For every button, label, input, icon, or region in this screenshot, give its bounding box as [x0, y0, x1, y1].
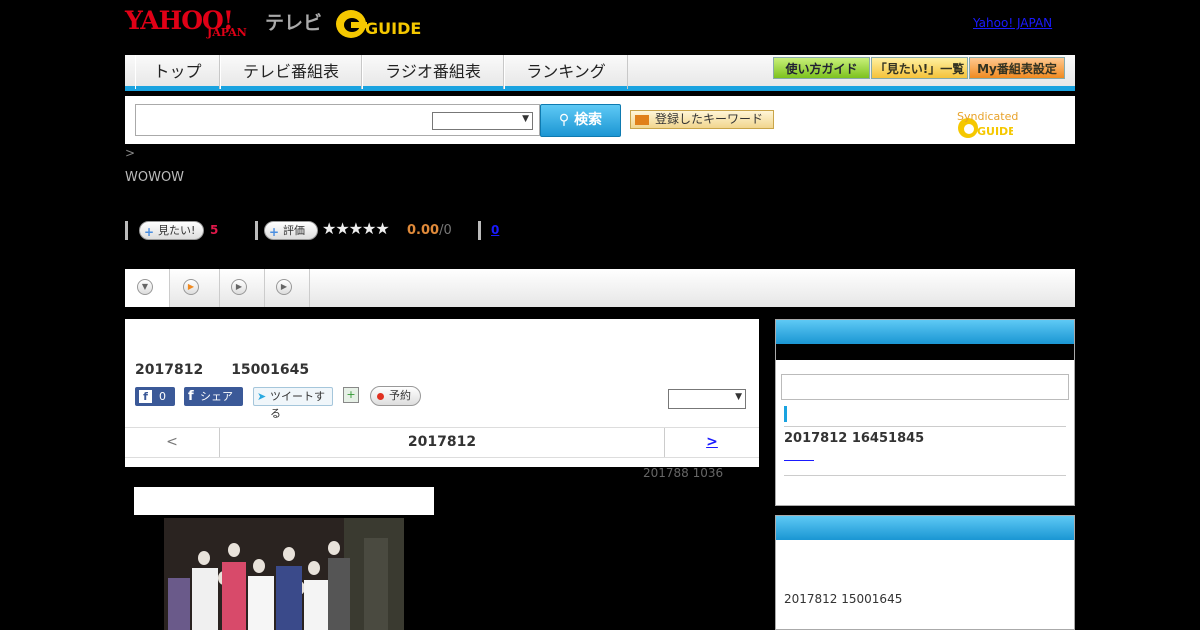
tweet-label: ツイートする: [270, 390, 325, 420]
my-schedule-settings-button[interactable]: My番組表設定: [969, 57, 1065, 79]
next-date-button[interactable]: >: [664, 428, 759, 457]
reserve-label: 予約: [389, 389, 411, 402]
image-caption-box: [134, 487, 434, 515]
search-category-select[interactable]: ▼: [432, 112, 533, 130]
registered-keywords-button[interactable]: 登録したキーワード: [630, 110, 774, 129]
tab-tv-listings[interactable]: テレビ番組表: [220, 55, 362, 89]
gguide-logo-text: GUIDE: [365, 19, 421, 38]
play-circle-icon: ▶: [231, 279, 247, 295]
facebook-icon: f: [188, 389, 194, 404]
chevron-down-circle-icon: ▼: [137, 279, 153, 295]
rating-value: 0.00/0: [407, 223, 452, 238]
tv-logo-text[interactable]: テレビ: [265, 8, 322, 35]
plus-icon: +: [144, 225, 155, 239]
subtab-4[interactable]: ▶: [265, 269, 310, 307]
divider: [784, 475, 1066, 476]
previous-date-button[interactable]: <: [125, 428, 220, 457]
want-list-button[interactable]: 「見たい!」一覧: [871, 57, 968, 79]
search-bar: ▼ ⚲ 検索 登録したキーワード Syndicated GUIDE: [125, 96, 1075, 144]
page: YAHOO! JAPAN テレビ GUIDE Yahoo! JAPAN トップ …: [125, 0, 1075, 630]
want-count: 5: [210, 223, 219, 237]
program-datetime: 2017812 15001645: [135, 362, 310, 378]
chevron-down-icon: ▼: [522, 114, 529, 124]
usage-guide-button[interactable]: 使い方ガイド: [773, 57, 870, 79]
sidebar-link[interactable]: [784, 460, 814, 461]
sidebar-panel-2-datetime: 2017812 15001645: [784, 592, 903, 606]
tab-top[interactable]: トップ: [135, 55, 220, 89]
add-calendar-icon[interactable]: +: [343, 387, 359, 403]
search-icon: ⚲: [558, 112, 570, 128]
rating-stars-icon: ★★★★★: [322, 219, 390, 238]
facebook-like-button[interactable]: f 0: [135, 387, 175, 406]
program-detail-card: 2017812 15001645 f 0 f シェア ➤ ツイートする + 予約…: [125, 319, 759, 467]
sidebar-datetime: 2017812 16451845: [784, 431, 925, 446]
program-photo: [164, 518, 404, 630]
chevron-down-icon: ▼: [735, 392, 742, 402]
play-circle-icon: ▶: [183, 279, 199, 295]
rate-button[interactable]: + 評価: [264, 221, 318, 240]
dropdown-triangle-icon: [635, 115, 649, 125]
program-options-select[interactable]: ▼: [668, 389, 746, 409]
twitter-bird-icon: ➤: [257, 390, 267, 403]
tab-radio-listings[interactable]: ラジオ番組表: [362, 55, 504, 89]
program-subtabs: ▼ ▶ ▶ ▶: [125, 269, 1075, 307]
sidebar-panel: 2017812 16451845: [775, 319, 1075, 506]
sidebar-panel-subheader: [776, 344, 1074, 360]
sidebar-input[interactable]: [781, 374, 1069, 400]
divider: [478, 221, 481, 240]
rating-count: /0: [439, 223, 452, 238]
comment-count-link[interactable]: 0: [491, 223, 499, 237]
yahoo-japan-logo-text: JAPAN: [207, 26, 247, 39]
sidebar-panel-2-header: [776, 516, 1074, 540]
divider: [125, 221, 128, 240]
record-dot-icon: [377, 393, 384, 400]
subtab-1[interactable]: ▼: [125, 269, 170, 307]
facebook-share-label: シェア: [200, 390, 233, 403]
sidebar-panel-2: 2017812 15001645: [775, 515, 1075, 630]
facebook-like-count: 0: [159, 390, 166, 403]
play-circle-icon: ▶: [276, 279, 292, 295]
want-to-watch-label: 見たい!: [158, 224, 196, 237]
yahoo-japan-link[interactable]: Yahoo! JAPAN: [973, 16, 1052, 30]
search-button[interactable]: ⚲ 検索: [540, 104, 621, 137]
facebook-icon: f: [139, 390, 152, 403]
subtab-2[interactable]: ▶: [170, 269, 220, 307]
breadcrumb[interactable]: >: [125, 146, 135, 160]
divider: [784, 426, 1066, 427]
rating-score: 0.00: [407, 223, 440, 238]
syndicated-label: Syndicated: [957, 110, 1019, 123]
updated-timestamp: 201788 1036: [643, 466, 724, 480]
registered-keywords-label: 登録したキーワード: [655, 112, 764, 126]
sidebar-accent-bar: [784, 406, 787, 422]
date-navigation: < 2017812 >: [125, 427, 759, 458]
main-nav: トップ テレビ番組表 ラジオ番組表 ランキング 使い方ガイド 「見たい!」一覧 …: [125, 55, 1075, 91]
divider: [255, 221, 258, 240]
tab-ranking[interactable]: ランキング: [504, 55, 628, 89]
current-date: 2017812: [407, 434, 477, 450]
gguide-small-logo-text: GUIDE: [977, 125, 1013, 138]
subtab-3[interactable]: ▶: [220, 269, 265, 307]
channel-name: WOWOW: [125, 170, 185, 185]
plus-icon: +: [269, 225, 280, 239]
tweet-button[interactable]: ➤ ツイートする: [253, 387, 333, 420]
reserve-button[interactable]: 予約: [370, 386, 421, 406]
facebook-share-button[interactable]: f シェア: [184, 387, 243, 406]
sidebar-panel-header: [776, 320, 1074, 344]
search-button-label: 検索: [574, 112, 603, 128]
syndicated-gguide-logo: Syndicated GUIDE: [957, 104, 1075, 139]
gguide-logo[interactable]: GUIDE: [335, 8, 431, 40]
rate-label: 評価: [283, 224, 305, 237]
want-to-watch-button[interactable]: + 見たい!: [139, 221, 204, 240]
